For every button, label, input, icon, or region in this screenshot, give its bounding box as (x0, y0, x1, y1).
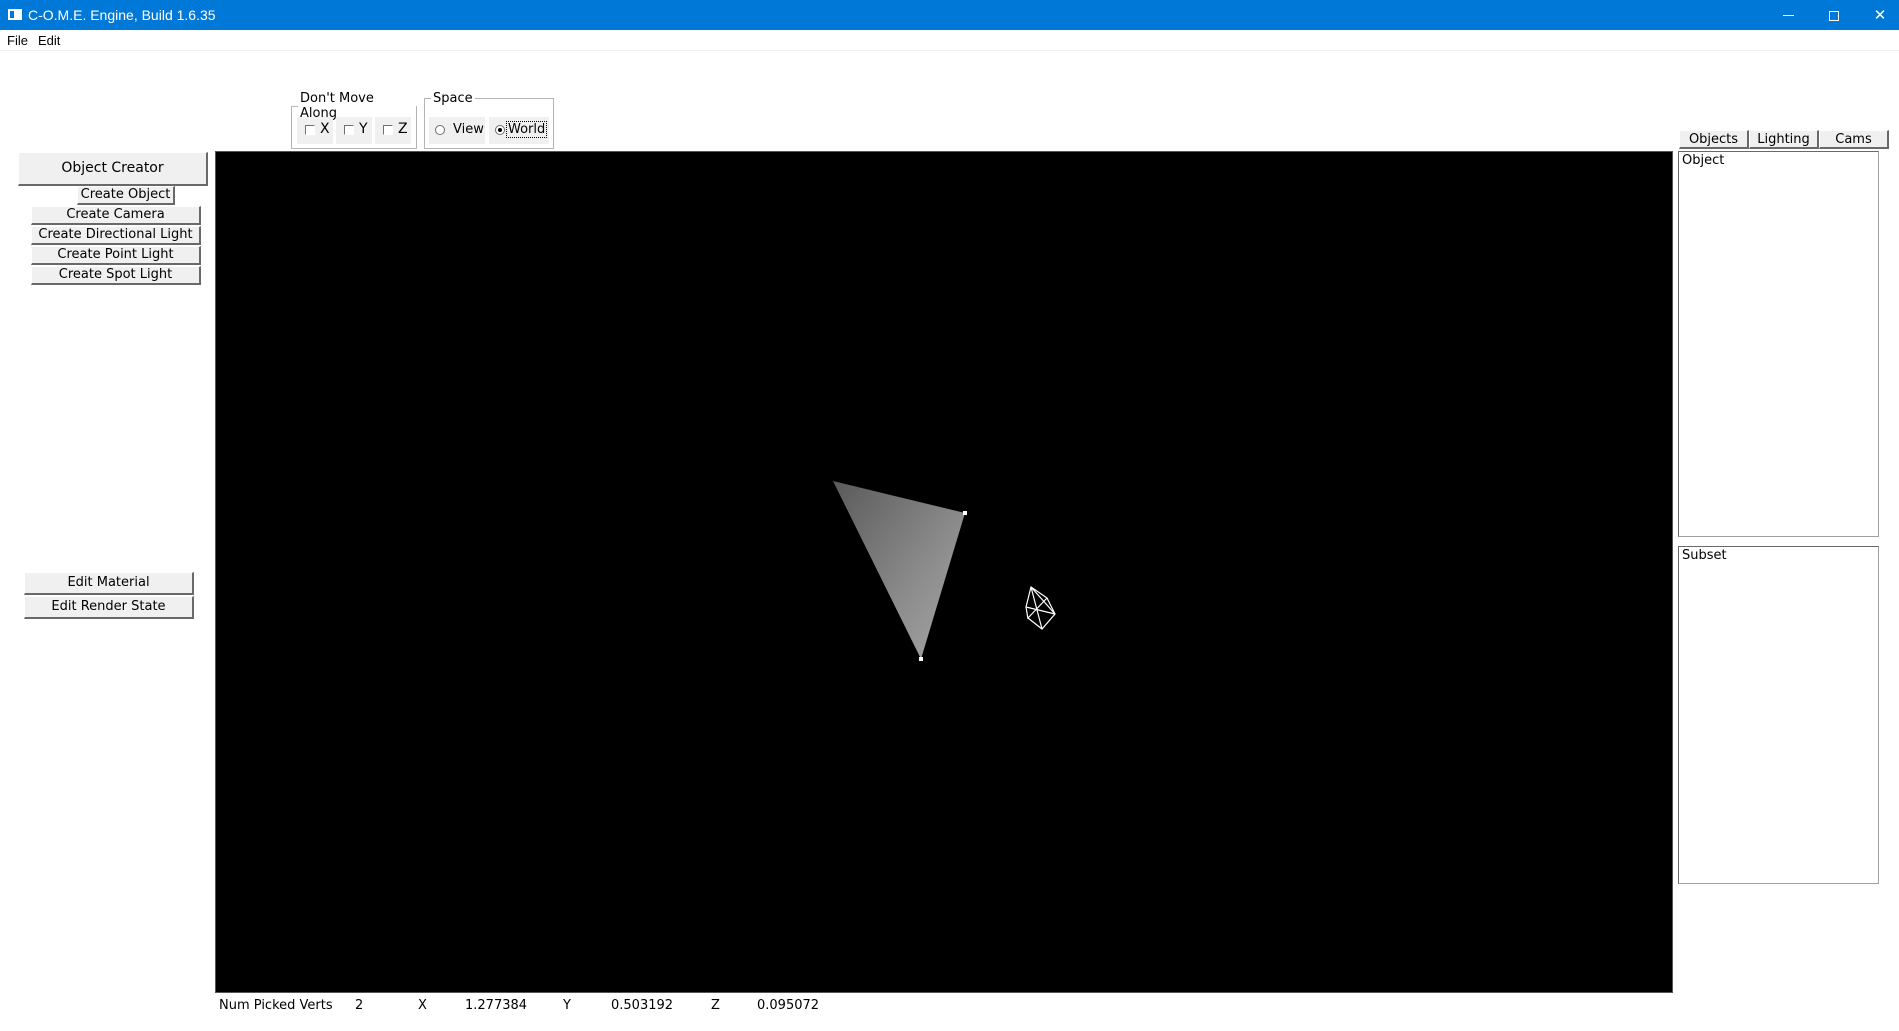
object-creator-button[interactable]: Object Creator (18, 152, 208, 186)
selected-triangle-mesh[interactable] (833, 481, 965, 659)
tab-objects[interactable]: Objects (1679, 130, 1749, 149)
x-coord-value: 1.277384 (465, 998, 528, 1013)
y-coord-label: Y (563, 998, 571, 1013)
menu-edit[interactable]: Edit (38, 33, 60, 49)
z-coord-label: Z (711, 998, 720, 1013)
edit-material-button[interactable]: Edit Material (24, 572, 194, 595)
app-icon[interactable] (8, 9, 22, 20)
lock-x-checkbox[interactable]: X (297, 117, 333, 144)
create-object-button[interactable]: Create Object (77, 186, 175, 205)
tab-cams[interactable]: Cams (1819, 130, 1889, 149)
checkbox-box[interactable] (344, 125, 354, 135)
create-directional-light-button[interactable]: Create Directional Light (31, 226, 201, 245)
z-coord-value: 0.095072 (757, 998, 820, 1013)
x-coord-label: X (418, 998, 427, 1013)
render-viewport[interactable] (215, 151, 1673, 993)
picked-verts-count: 2 (355, 998, 364, 1013)
picked-vertex-handle[interactable] (919, 657, 923, 661)
picked-vertex-handle[interactable] (963, 511, 967, 515)
tab-lighting[interactable]: Lighting (1749, 130, 1819, 149)
lock-z-label: Z (398, 121, 408, 137)
maximize-icon (1829, 10, 1839, 21)
lock-y-label: Y (359, 121, 368, 137)
edit-render-state-button[interactable]: Edit Render State (24, 596, 194, 619)
space-world-radio[interactable]: World (489, 117, 549, 144)
create-camera-button[interactable]: Create Camera (31, 206, 201, 225)
radio-dot-selected[interactable] (495, 125, 505, 135)
checkbox-box[interactable] (305, 125, 315, 135)
subset-list[interactable]: Subset (1678, 546, 1879, 884)
window-title: C-O.M.E. Engine, Build 1.6.35 (28, 7, 216, 23)
menu-bar: File Edit (0, 30, 1899, 51)
lock-z-checkbox[interactable]: Z (375, 117, 411, 144)
object-list-header: Object (1682, 153, 1725, 168)
space-view-radio[interactable]: View (429, 117, 485, 144)
scene-canvas[interactable] (216, 152, 1674, 994)
lock-y-checkbox[interactable]: Y (336, 117, 372, 144)
space-legend: Space (433, 91, 473, 106)
close-button[interactable]: ✕ (1857, 0, 1899, 30)
create-point-light-button[interactable]: Create Point Light (31, 246, 201, 265)
object-list[interactable]: Object (1678, 151, 1879, 537)
y-coord-value: 0.503192 (611, 998, 674, 1013)
minimize-icon (1782, 15, 1794, 16)
space-world-label: World (506, 121, 548, 138)
maximize-button[interactable] (1811, 0, 1857, 30)
create-spot-light-button[interactable]: Create Spot Light (31, 266, 201, 285)
lock-x-label: X (320, 121, 330, 137)
checkbox-box[interactable] (383, 125, 393, 135)
space-view-label: View (453, 122, 484, 137)
radio-dot[interactable] (435, 125, 445, 135)
close-icon: ✕ (1873, 6, 1887, 24)
title-bar: C-O.M.E. Engine, Build 1.6.35 ✕ (0, 0, 1899, 30)
minimize-button[interactable] (1765, 0, 1811, 30)
menu-file[interactable]: File (7, 33, 28, 49)
picked-verts-label: Num Picked Verts (219, 998, 333, 1013)
subset-list-header: Subset (1682, 548, 1727, 563)
camera-gizmo-icon[interactable] (1025, 586, 1056, 630)
